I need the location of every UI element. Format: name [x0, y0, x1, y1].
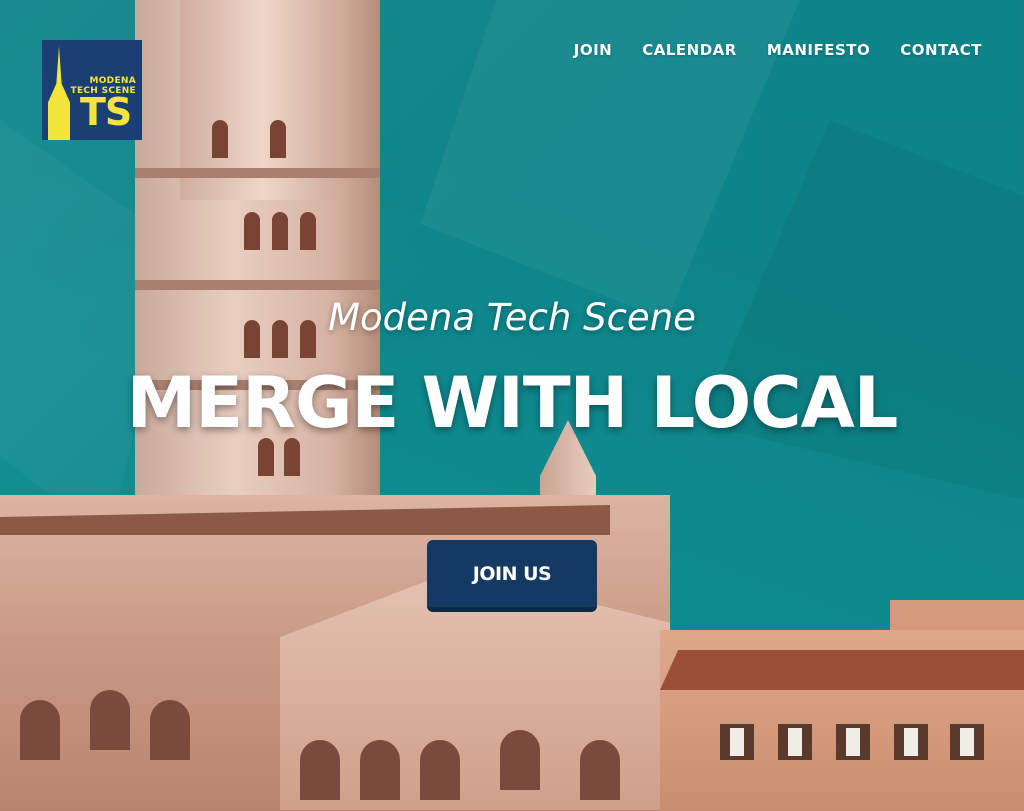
tower-icon: [48, 46, 70, 140]
site-logo[interactable]: MODENA TECH SCENE TS: [42, 40, 142, 140]
logo-mark: TS: [80, 90, 132, 134]
hero-headline: MERGE WITH LOCAL: [126, 362, 899, 444]
palazzo-window: [778, 724, 812, 760]
arcade-arch: [420, 740, 460, 800]
palazzo-window: [836, 724, 870, 760]
arcade-arch: [90, 690, 130, 750]
tower-band: [135, 168, 380, 178]
nav-item-calendar[interactable]: CALENDAR: [642, 41, 737, 59]
logo-line-1: MODENA: [89, 76, 136, 86]
arcade-arch: [20, 700, 60, 760]
tower-window: [212, 120, 228, 158]
nav-item-manifesto[interactable]: MANIFESTO: [767, 41, 870, 59]
tower-window: [244, 212, 260, 250]
palazzo-window: [950, 724, 984, 760]
palazzo-window: [720, 724, 754, 760]
nav-item-join[interactable]: JOIN: [574, 41, 612, 59]
tower-band: [135, 280, 380, 290]
arcade-arch: [580, 740, 620, 800]
arcade-arch: [300, 740, 340, 800]
hero-subtitle: Modena Tech Scene: [328, 296, 696, 339]
palazzo-window: [894, 724, 928, 760]
tower-window: [272, 212, 288, 250]
nav-item-contact[interactable]: CONTACT: [900, 41, 982, 59]
arcade-arch: [500, 730, 540, 790]
arcade-arch: [150, 700, 190, 760]
tower-window: [270, 120, 286, 158]
palazzo-roof: [660, 650, 1024, 690]
tower-window: [300, 212, 316, 250]
join-us-button[interactable]: JOIN US: [427, 540, 597, 612]
arcade-arch: [360, 740, 400, 800]
main-nav: JOIN CALENDAR MANIFESTO CONTACT: [574, 41, 982, 59]
